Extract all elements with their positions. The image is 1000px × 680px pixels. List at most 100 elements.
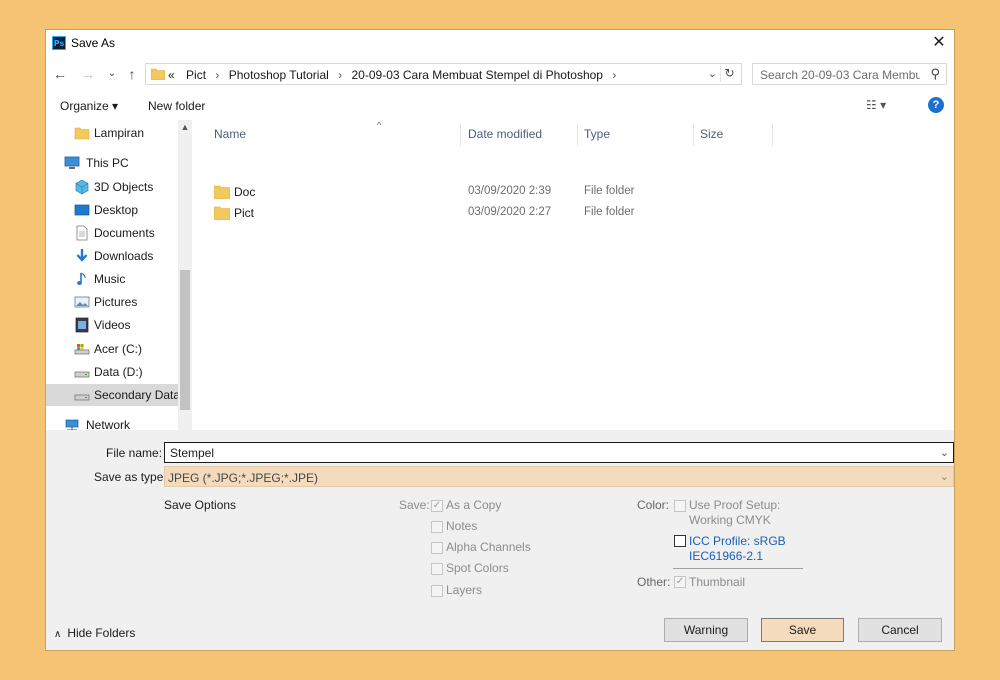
nav-item-videos[interactable]: Videos [46, 314, 178, 336]
address-bar[interactable]: « Pict › Photoshop Tutorial › 20-09-03 C… [145, 63, 742, 85]
other-label: Other: [637, 575, 671, 589]
column-header-date-modified[interactable]: Date modified [468, 127, 542, 141]
scrollbar-thumb[interactable] [180, 270, 190, 410]
breadcrumb-overflow[interactable]: « [168, 68, 175, 82]
scroll-up-icon[interactable]: ▲ [178, 122, 192, 132]
thumbnail-checkbox[interactable]: ✓ [674, 576, 686, 588]
breadcrumb-photoshop-tutorial[interactable]: Photoshop Tutorial [229, 68, 329, 82]
breadcrumb-separator[interactable]: › [612, 68, 616, 82]
nav-item-label: Downloads [94, 249, 154, 263]
nav-item-label: Pictures [94, 295, 138, 309]
nav-item-desktop[interactable]: Desktop [46, 199, 178, 221]
3d-objects-icon [75, 179, 89, 195]
nav-item-network[interactable]: Network [46, 414, 178, 430]
back-arrow-icon[interactable]: ← [50, 64, 70, 84]
music-icon [77, 272, 86, 285]
save-form: File name: Stempel ⌄ Save as type: JPEG … [46, 430, 954, 650]
column-header-size[interactable]: Size [700, 127, 723, 141]
column-header-name[interactable]: Name [214, 127, 246, 141]
nav-item-label: Music [94, 272, 126, 286]
window-title: Save As [71, 36, 116, 50]
nav-item-documents[interactable]: Documents [46, 222, 178, 244]
table-row[interactable]: Pict 03/09/2020 2:27 File folder [192, 203, 692, 223]
nav-item-pictures[interactable]: Pictures [46, 291, 178, 313]
view-options-icon[interactable]: ☷ ▾ [866, 98, 886, 112]
nav-item-lampiran[interactable]: Lampiran [46, 122, 178, 144]
notes-checkbox[interactable] [431, 521, 443, 533]
as-a-copy-label: As a Copy [446, 498, 502, 512]
refresh-icon[interactable]: ↻ [720, 66, 738, 82]
save-label: Save: [399, 498, 430, 512]
nav-item-label: Data (D:) [94, 365, 143, 379]
file-name-label: File name: [106, 446, 163, 460]
save-as-dialog: Ps Save As ✕ ← → ⌄ ↑ « Pict › Photoshop … [46, 30, 954, 650]
file-type: File folder [584, 185, 635, 197]
up-arrow-icon[interactable]: ↑ [122, 64, 142, 84]
address-dropdown-icon[interactable]: ⌄ [708, 67, 717, 80]
nav-item-downloads[interactable]: Downloads [46, 245, 178, 267]
pc-icon [64, 156, 80, 169]
file-name-value[interactable]: Stempel [170, 446, 214, 460]
nav-item-label: Acer (C:) [94, 342, 142, 356]
file-name-field[interactable]: Stempel ⌄ [164, 442, 954, 463]
file-name-dropdown-icon[interactable]: ⌄ [940, 446, 949, 459]
folder-icon [214, 185, 230, 199]
table-row[interactable]: Doc 03/09/2020 2:39 File folder [192, 182, 692, 202]
recent-locations-chevron-icon[interactable]: ⌄ [102, 64, 122, 84]
alpha-channels-checkbox[interactable] [431, 542, 443, 554]
icc-profile-name-label: IEC61966-2.1 [689, 549, 764, 563]
column-divider[interactable] [577, 124, 578, 146]
nav-item-secondary-data[interactable]: Secondary Data [46, 384, 180, 406]
save-as-type-select[interactable]: JPEG (*.JPG;*.JPEG;*.JPE) ⌄ [164, 466, 954, 487]
file-name: Pict [234, 206, 255, 220]
chevron-up-icon: ∧ [54, 629, 62, 640]
close-button[interactable]: ✕ [924, 30, 954, 56]
pictures-icon [74, 296, 90, 308]
breadcrumb-current-folder[interactable]: 20-09-03 Cara Membuat Stempel di Photosh… [352, 68, 603, 82]
column-divider[interactable] [460, 124, 461, 146]
search-input[interactable]: Search 20-09-03 Cara Membu... [760, 68, 920, 82]
nav-item-3d-objects[interactable]: 3D Objects [46, 176, 178, 198]
hide-folders-button[interactable]: ∧ Hide Folders [54, 626, 135, 640]
nav-item-data-d[interactable]: Data (D:) [46, 361, 178, 383]
nav-item-label: Lampiran [94, 126, 145, 140]
as-a-copy-checkbox[interactable]: ✓ [431, 500, 443, 512]
drive-icon [74, 394, 90, 401]
thumbnail-label: Thumbnail [689, 575, 746, 589]
nav-item-label: This PC [86, 156, 129, 170]
help-icon[interactable]: ? [928, 97, 944, 113]
icc-profile-checkbox[interactable] [674, 535, 686, 547]
network-icon [65, 419, 79, 430]
use-proof-setup-checkbox[interactable] [674, 500, 686, 512]
breadcrumb-separator[interactable]: › [338, 68, 342, 82]
new-folder-button[interactable]: New folder [148, 99, 205, 113]
working-cmyk-label: Working CMYK [689, 513, 771, 527]
organize-button[interactable]: Organize ▾ [60, 99, 118, 113]
layers-label: Layers [446, 583, 483, 597]
column-divider[interactable] [772, 124, 773, 146]
column-divider[interactable] [693, 124, 694, 146]
chevron-down-icon[interactable]: ⌄ [940, 470, 949, 483]
nav-item-acer-c[interactable]: Acer (C:) [46, 338, 178, 360]
forward-arrow-icon[interactable]: → [78, 64, 98, 84]
icc-profile-label: ICC Profile: sRGB [689, 534, 786, 548]
layers-checkbox[interactable] [431, 585, 443, 597]
search-box[interactable]: Search 20-09-03 Cara Membu... ⚲ [752, 63, 947, 85]
save-options-title: Save Options [164, 498, 237, 512]
warning-button[interactable]: Warning [664, 618, 748, 642]
save-as-type-label: Save as type: [94, 470, 167, 484]
nav-item-music[interactable]: Music [46, 268, 178, 290]
nav-item-label: Videos [94, 318, 131, 332]
column-header-type[interactable]: Type [584, 127, 610, 141]
cancel-button[interactable]: Cancel [858, 618, 942, 642]
navigation-scrollbar[interactable]: ▲ [178, 120, 192, 430]
spot-colors-checkbox[interactable] [431, 563, 443, 575]
breadcrumb-pict[interactable]: Pict [186, 68, 206, 82]
save-button[interactable]: Save [761, 618, 844, 642]
title-bar: Ps Save As ✕ [46, 30, 954, 56]
nav-item-this-pc[interactable]: This PC [46, 152, 178, 174]
command-bar: Organize ▾ New folder ☷ ▾ ? [46, 92, 954, 120]
drive-c-icon [74, 344, 90, 355]
downloads-icon [76, 249, 88, 262]
breadcrumb-separator[interactable]: › [215, 68, 219, 82]
